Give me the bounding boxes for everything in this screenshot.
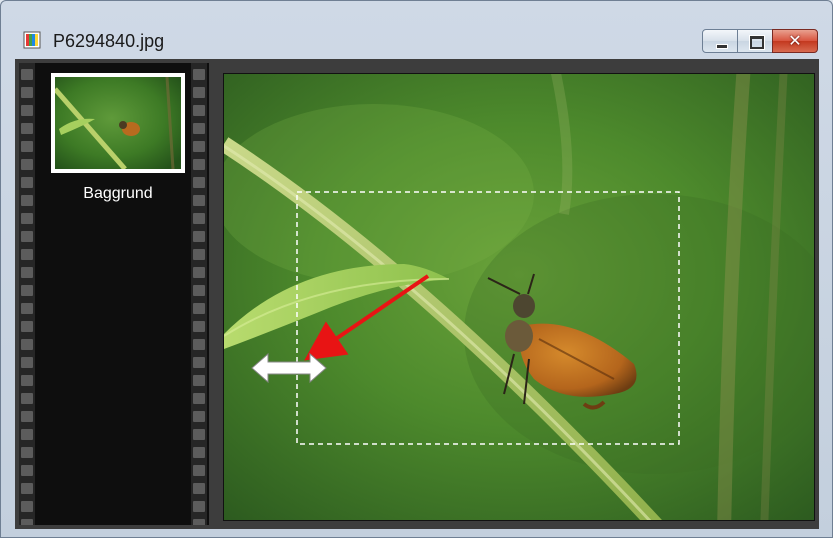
maximize-button[interactable]: [737, 29, 773, 53]
layer-thumbnail[interactable]: [51, 73, 185, 173]
film-hole: [21, 249, 33, 260]
film-hole: [193, 357, 205, 368]
film-hole: [21, 465, 33, 476]
film-hole: [21, 267, 33, 278]
film-hole: [193, 411, 205, 422]
film-hole: [21, 303, 33, 314]
film-hole: [193, 159, 205, 170]
film-hole: [21, 123, 33, 134]
image-preview-canvas[interactable]: [223, 73, 815, 521]
film-hole: [21, 357, 33, 368]
film-hole: [193, 213, 205, 224]
film-hole: [193, 321, 205, 332]
film-hole: [21, 69, 33, 80]
film-hole: [21, 177, 33, 188]
window-controls: ✕: [702, 29, 818, 53]
window-title: P6294840.jpg: [53, 31, 165, 51]
film-hole: [193, 141, 205, 152]
film-hole: [193, 249, 205, 260]
thumbnail-image: [55, 77, 181, 169]
film-hole: [21, 231, 33, 242]
film-hole: [193, 267, 205, 278]
film-hole: [21, 339, 33, 350]
film-hole: [193, 303, 205, 314]
title-bar[interactable]: P6294840.jpg ✕: [1, 1, 832, 57]
film-perforation-left: [19, 63, 35, 525]
film-hole: [21, 393, 33, 404]
filmstrip-panel: Baggrund: [19, 63, 209, 525]
maximize-icon: [749, 35, 765, 50]
film-hole: [193, 87, 205, 98]
film-hole: [21, 159, 33, 170]
film-hole: [21, 519, 33, 525]
film-hole: [193, 429, 205, 440]
film-hole: [193, 501, 205, 512]
film-hole: [193, 339, 205, 350]
film-hole: [21, 87, 33, 98]
film-hole: [21, 195, 33, 206]
film-perforation-right: [191, 63, 207, 525]
film-hole: [21, 447, 33, 458]
film-hole: [21, 501, 33, 512]
film-hole: [193, 519, 205, 525]
film-hole: [21, 285, 33, 296]
film-hole: [193, 105, 205, 116]
film-hole: [193, 393, 205, 404]
film-hole: [193, 285, 205, 296]
film-hole: [193, 231, 205, 242]
minimize-icon: [716, 44, 728, 49]
film-hole: [21, 141, 33, 152]
film-hole: [193, 375, 205, 386]
film-hole: [21, 321, 33, 332]
minimize-button[interactable]: [702, 29, 738, 53]
film-hole: [193, 483, 205, 494]
film-hole: [193, 177, 205, 188]
film-hole: [193, 465, 205, 476]
film-hole: [193, 447, 205, 458]
film-hole: [21, 429, 33, 440]
film-hole: [21, 411, 33, 422]
film-hole: [193, 195, 205, 206]
film-hole: [21, 483, 33, 494]
image-window: P6294840.jpg ✕ Baggrund: [0, 0, 833, 538]
close-icon: ✕: [788, 31, 802, 50]
film-hole: [21, 213, 33, 224]
film-hole: [193, 123, 205, 134]
image-file-icon: [23, 31, 41, 49]
layer-label: Baggrund: [83, 185, 153, 202]
photo-canvas: [224, 74, 814, 520]
film-hole: [21, 375, 33, 386]
close-button[interactable]: ✕: [772, 29, 818, 53]
film-hole: [193, 69, 205, 80]
client-area: Baggrund: [15, 59, 819, 529]
film-hole: [21, 105, 33, 116]
